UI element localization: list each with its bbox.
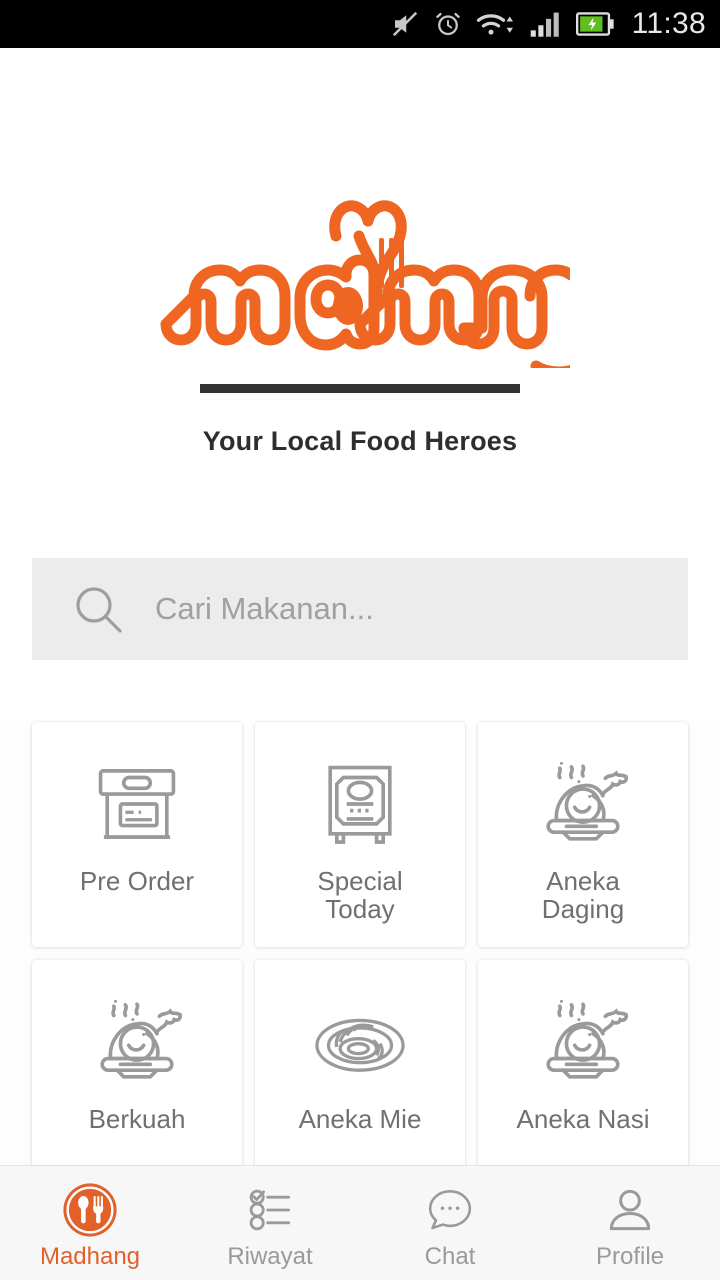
tagline: Your Local Food Heroes [202, 426, 518, 456]
madhang-logo [0, 178, 720, 368]
status-bar-clock: 11:38 [631, 7, 706, 40]
mute-icon [390, 9, 420, 39]
noodles-icon [307, 986, 413, 1098]
bottom-navigation: Madhang Riwayat Chat Profile [0, 1165, 720, 1280]
app-screen: 11:38 Your Local Food Heroes Cari Makana… [0, 0, 720, 1280]
category-grid: Pre Order Special Today Aneka Daging Ber… [0, 722, 720, 1192]
nav-label: Profile [595, 1243, 665, 1270]
app-header: Your Local Food Heroes [0, 48, 720, 558]
roast-chicken-icon [84, 986, 190, 1098]
nav-item-madhang[interactable]: Madhang [0, 1166, 180, 1280]
alarm-icon [433, 9, 463, 39]
category-label: Aneka Daging [541, 866, 625, 924]
person-icon [602, 1181, 658, 1239]
nav-label: Riwayat [227, 1243, 313, 1270]
search-icon [72, 583, 124, 635]
category-label: Aneka Mie [298, 1104, 422, 1134]
category-card-aneka-daging[interactable]: Aneka Daging [478, 722, 688, 947]
status-bar: 11:38 [0, 0, 720, 48]
nav-label: Madhang [39, 1243, 141, 1270]
category-card-berkuah[interactable]: Berkuah [32, 960, 242, 1185]
wifi-icon [476, 9, 516, 39]
nav-item-chat[interactable]: Chat [360, 1166, 540, 1280]
header-divider [200, 384, 520, 393]
menu-board-icon [307, 748, 413, 860]
nav-label: Chat [424, 1243, 476, 1270]
nav-item-profile[interactable]: Profile [540, 1166, 720, 1280]
signal-icon [529, 10, 563, 38]
search-input[interactable]: Cari Makanan... [155, 591, 374, 627]
roast-chicken-icon [530, 986, 636, 1098]
category-label: Aneka Nasi [516, 1104, 650, 1134]
spoon-fork-circle-icon [61, 1181, 119, 1239]
package-box-icon [84, 748, 190, 860]
category-card-aneka-mie[interactable]: Aneka Mie [255, 960, 465, 1185]
roast-chicken-icon [530, 748, 636, 860]
category-card-special-today[interactable]: Special Today [255, 722, 465, 947]
category-label: Berkuah [88, 1104, 186, 1134]
category-label: Special Today [317, 866, 403, 924]
checklist-icon [242, 1181, 298, 1239]
battery-charging-icon [575, 11, 616, 37]
category-card-aneka-nasi[interactable]: Aneka Nasi [478, 960, 688, 1185]
chat-bubble-icon [422, 1181, 478, 1239]
search-bar[interactable]: Cari Makanan... [32, 558, 688, 660]
category-card-pre-order[interactable]: Pre Order [32, 722, 242, 947]
category-label: Pre Order [79, 866, 195, 896]
nav-item-riwayat[interactable]: Riwayat [180, 1166, 360, 1280]
